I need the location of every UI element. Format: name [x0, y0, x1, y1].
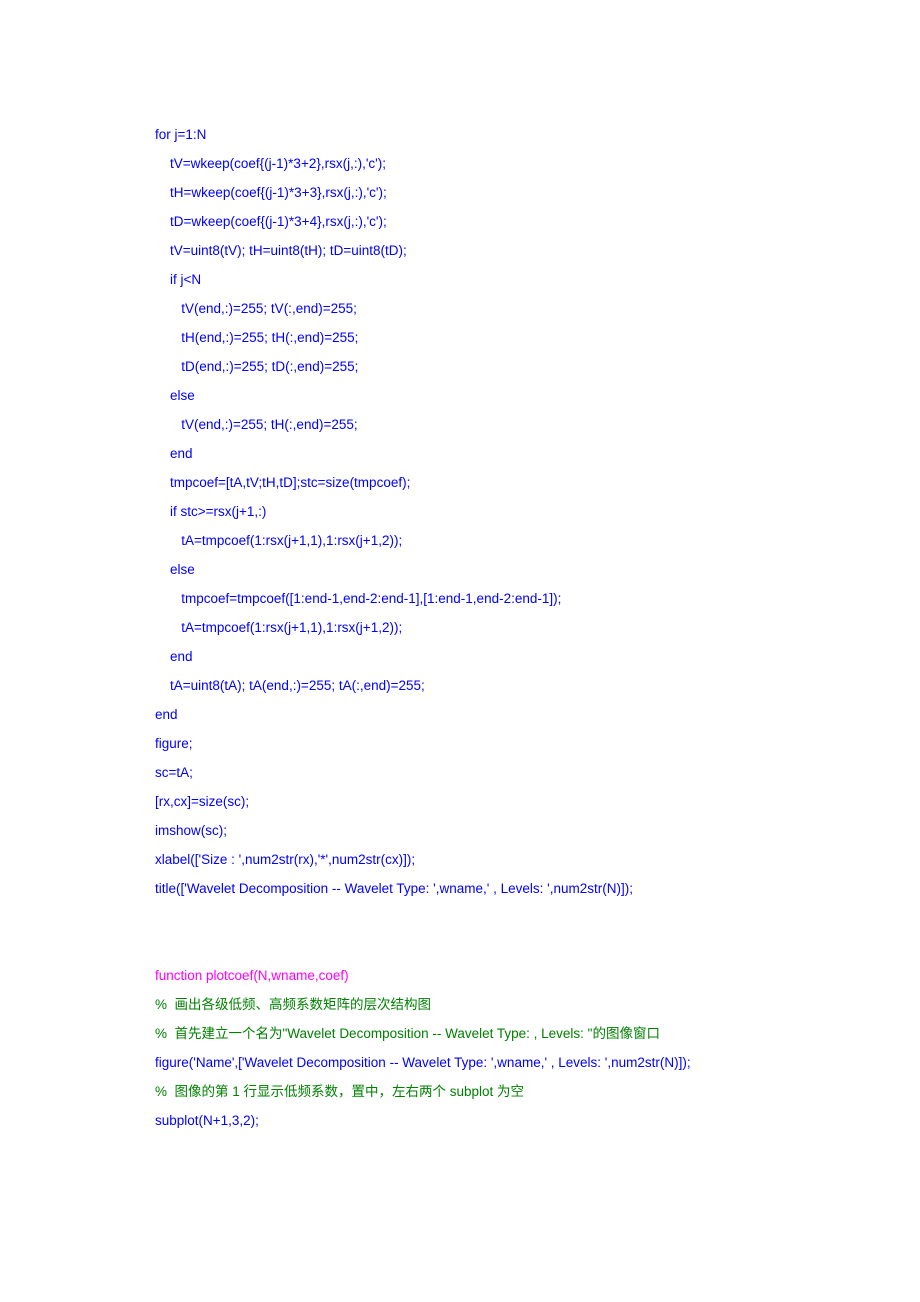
- code-line: end: [155, 439, 765, 468]
- blank-line: [155, 932, 765, 961]
- code-line: figure;: [155, 729, 765, 758]
- code-line: tA=tmpcoef(1:rsx(j+1,1),1:rsx(j+1,2));: [155, 526, 765, 555]
- code-line: if stc>=rsx(j+1,:): [155, 497, 765, 526]
- blank-line: [155, 903, 765, 932]
- code-line: figure('Name',['Wavelet Decomposition --…: [155, 1048, 765, 1077]
- code-page: for j=1:N tV=wkeep(coef{(j-1)*3+2},rsx(j…: [0, 0, 920, 1215]
- code-line: sc=tA;: [155, 758, 765, 787]
- code-line: tD=wkeep(coef{(j-1)*3+4},rsx(j,:),'c');: [155, 207, 765, 236]
- code-line: if j<N: [155, 265, 765, 294]
- code-line: tV=wkeep(coef{(j-1)*3+2},rsx(j,:),'c');: [155, 149, 765, 178]
- code-line: subplot(N+1,3,2);: [155, 1106, 765, 1135]
- code-line: tV(end,:)=255; tH(:,end)=255;: [155, 410, 765, 439]
- code-line: tV(end,:)=255; tV(:,end)=255;: [155, 294, 765, 323]
- comment-line: % 画出各级低频、高频系数矩阵的层次结构图: [155, 990, 765, 1019]
- code-line: for j=1:N: [155, 120, 765, 149]
- code-line: xlabel(['Size : ',num2str(rx),'*',num2st…: [155, 845, 765, 874]
- comment-line: % 图像的第 1 行显示低频系数，置中，左右两个 subplot 为空: [155, 1077, 765, 1106]
- code-line: tH(end,:)=255; tH(:,end)=255;: [155, 323, 765, 352]
- code-line: title(['Wavelet Decomposition -- Wavelet…: [155, 874, 765, 903]
- code-line: tV=uint8(tV); tH=uint8(tH); tD=uint8(tD)…: [155, 236, 765, 265]
- code-line: tA=uint8(tA); tA(end,:)=255; tA(:,end)=2…: [155, 671, 765, 700]
- code-line: end: [155, 642, 765, 671]
- code-line: else: [155, 555, 765, 584]
- code-line: function plotcoef(N,wname,coef): [155, 961, 765, 990]
- code-line: tmpcoef=tmpcoef([1:end-1,end-2:end-1],[1…: [155, 584, 765, 613]
- code-line: tA=tmpcoef(1:rsx(j+1,1),1:rsx(j+1,2));: [155, 613, 765, 642]
- code-line: tmpcoef=[tA,tV;tH,tD];stc=size(tmpcoef);: [155, 468, 765, 497]
- comment-line: % 首先建立一个名为"Wavelet Decomposition -- Wave…: [155, 1019, 765, 1048]
- code-line: tH=wkeep(coef{(j-1)*3+3},rsx(j,:),'c');: [155, 178, 765, 207]
- code-line: tD(end,:)=255; tD(:,end)=255;: [155, 352, 765, 381]
- code-line: end: [155, 700, 765, 729]
- code-line: [rx,cx]=size(sc);: [155, 787, 765, 816]
- code-line: imshow(sc);: [155, 816, 765, 845]
- code-line: else: [155, 381, 765, 410]
